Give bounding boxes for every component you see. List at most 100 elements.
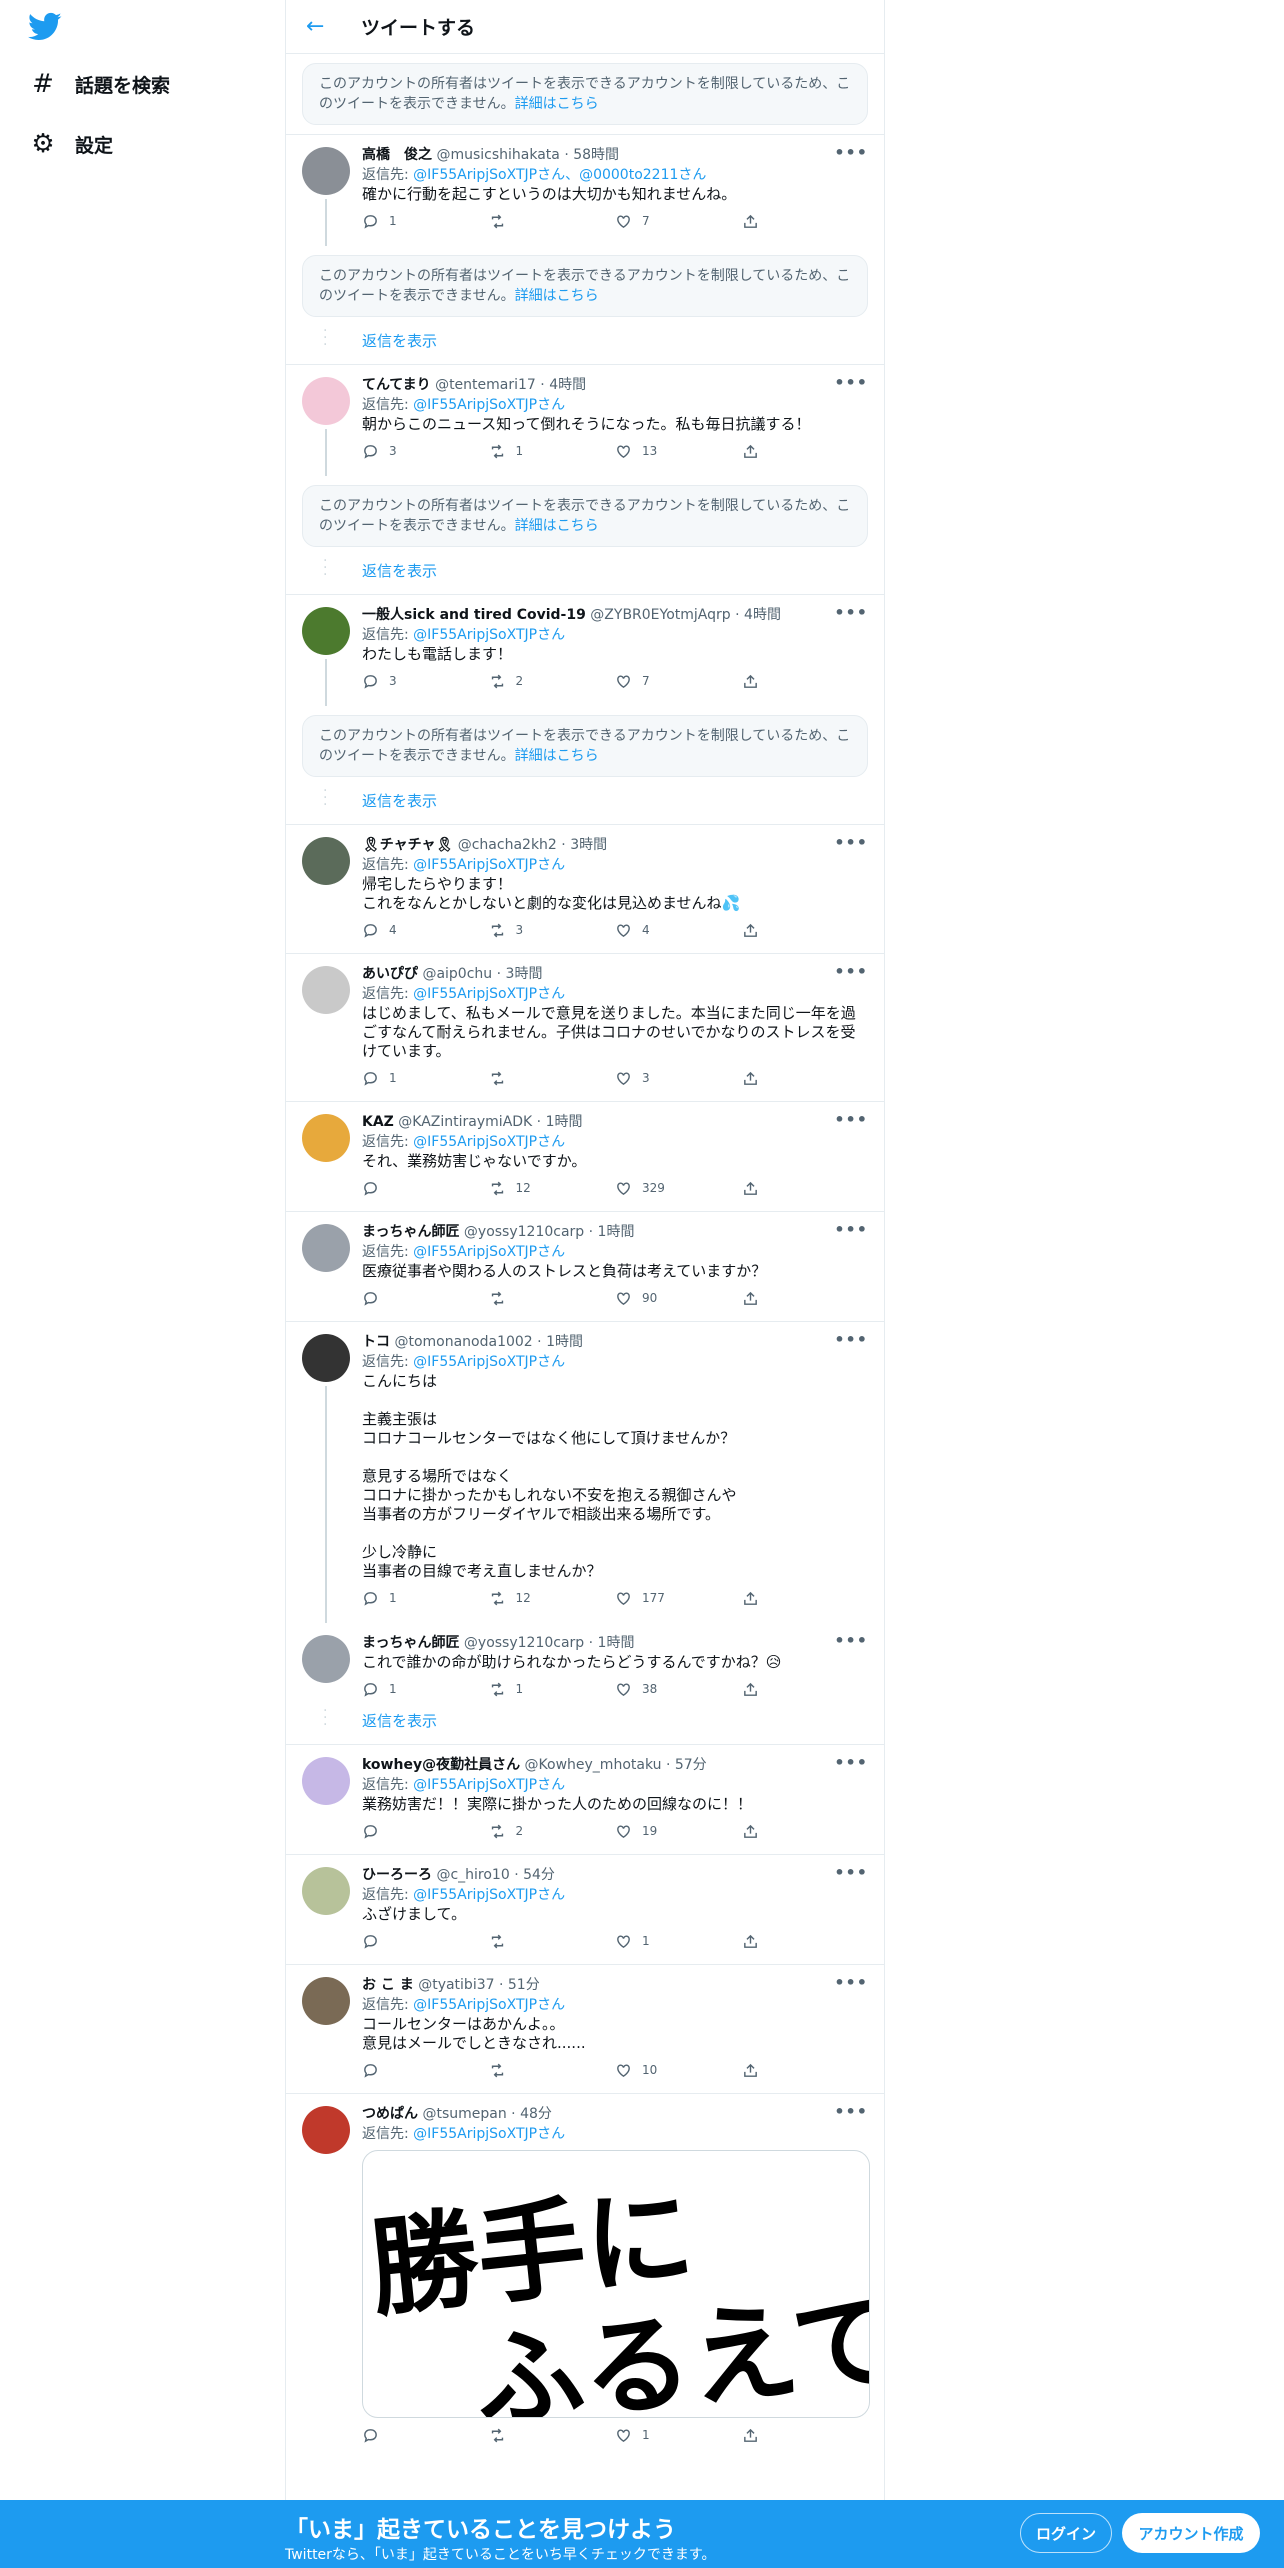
- user-handle[interactable]: @tomonanoda1002: [394, 1334, 532, 1350]
- retweet-button[interactable]: [489, 213, 616, 230]
- avatar[interactable]: [302, 1635, 350, 1683]
- avatar[interactable]: [302, 1224, 350, 1272]
- like-button[interactable]: 177: [615, 1590, 742, 1607]
- learn-more-link[interactable]: 詳細はこちら: [515, 288, 599, 304]
- tweet[interactable]: ••• kowhey@夜勤社員さん @Kowhey_mhotaku · 57分 返信…: [286, 1745, 884, 1848]
- tweet[interactable]: ••• お こ ま @tyatibi37 · 51分 返信先: @IF55Aripj…: [286, 1965, 884, 2087]
- tweet-time[interactable]: 3時間: [570, 837, 607, 853]
- share-button[interactable]: [742, 213, 869, 230]
- tweet-time[interactable]: 54分: [523, 1867, 555, 1883]
- tweet[interactable]: ••• まっちゃん師匠 @yossy1210carp · 1時間 これで誰かの命が助…: [286, 1623, 884, 1706]
- share-button[interactable]: [742, 1681, 869, 1698]
- reply-button[interactable]: [362, 2427, 489, 2444]
- reply-to-link[interactable]: @IF55AripjSoXTJPさん: [413, 1777, 565, 1793]
- tweet[interactable]: ••• あいぴぴ @aip0chu · 3時間 返信先: @IF55AripjSoX…: [286, 954, 884, 1095]
- tweet-time[interactable]: 48分: [520, 2106, 552, 2122]
- tweet-time[interactable]: 1時間: [598, 1224, 635, 1240]
- reply-to-link[interactable]: @IF55AripjSoXTJPさん: [413, 1134, 565, 1150]
- user-name[interactable]: kowhey@夜勤社員さん: [362, 1757, 520, 1773]
- tweet[interactable]: ••• 一般人sick and tired Covid-19 @ZYBR0EYot…: [286, 595, 884, 706]
- share-button[interactable]: [742, 1823, 869, 1840]
- tweet-time[interactable]: 1時間: [546, 1114, 583, 1130]
- tweet-time[interactable]: 51分: [508, 1977, 540, 1993]
- reply-button[interactable]: [362, 2062, 489, 2079]
- tweet-time[interactable]: 3時間: [506, 966, 543, 982]
- avatar[interactable]: [302, 377, 350, 425]
- user-handle[interactable]: @c_hiro10: [436, 1867, 509, 1883]
- like-button[interactable]: 10: [615, 2062, 742, 2079]
- reply-button[interactable]: 4: [362, 922, 489, 939]
- share-button[interactable]: [742, 1590, 869, 1607]
- retweet-button[interactable]: 1: [489, 443, 616, 460]
- reply-to-link[interactable]: @IF55AripjSoXTJPさん: [413, 397, 565, 413]
- tweet-image[interactable]: 勝手に ふるえてろ: [362, 2150, 870, 2418]
- show-replies-link[interactable]: · · · 返信を表示: [286, 554, 884, 594]
- like-button[interactable]: 90: [615, 1290, 742, 1307]
- tweet-time[interactable]: 58時間: [573, 147, 619, 163]
- more-options-icon[interactable]: •••: [834, 373, 868, 392]
- more-options-icon[interactable]: •••: [834, 833, 868, 852]
- nav-settings[interactable]: ⚙ 設定: [28, 124, 113, 164]
- tweet-time[interactable]: 1時間: [598, 1635, 635, 1651]
- reply-button[interactable]: [362, 1290, 489, 1307]
- tweet[interactable]: ••• 高橋 俊之 @musicshihakata · 58時間 返信先: @IF5…: [286, 135, 884, 246]
- reply-to-link[interactable]: @IF55AripjSoXTJPさん: [413, 986, 565, 1002]
- retweet-button[interactable]: 12: [489, 1180, 616, 1197]
- reply-button[interactable]: 1: [362, 1681, 489, 1698]
- user-handle[interactable]: @tsumepan: [422, 2106, 506, 2122]
- reply-button[interactable]: [362, 1823, 489, 1840]
- reply-to-link[interactable]: @IF55AripjSoXTJPさん: [413, 857, 565, 873]
- nav-explore[interactable]: # 話題を検索: [28, 64, 170, 104]
- share-button[interactable]: [742, 2062, 869, 2079]
- login-button[interactable]: ログイン: [1020, 2513, 1112, 2553]
- signup-button[interactable]: アカウント作成: [1122, 2513, 1260, 2553]
- retweet-button[interactable]: [489, 1933, 616, 1950]
- user-handle[interactable]: @musicshihakata: [436, 147, 559, 163]
- share-button[interactable]: [742, 1290, 869, 1307]
- user-handle[interactable]: @ZYBR0EYotmjAqrp: [590, 607, 730, 623]
- more-options-icon[interactable]: •••: [834, 1863, 868, 1882]
- user-handle[interactable]: @chacha2kh2: [458, 837, 557, 853]
- reply-to-link[interactable]: @IF55AripjSoXTJPさん: [413, 627, 565, 643]
- retweet-button[interactable]: 1: [489, 1681, 616, 1698]
- like-button[interactable]: 1: [615, 2427, 742, 2444]
- share-button[interactable]: [742, 2427, 869, 2444]
- more-options-icon[interactable]: •••: [834, 1631, 868, 1650]
- show-replies-link[interactable]: · · · 返信を表示: [286, 324, 884, 364]
- share-button[interactable]: [742, 922, 869, 939]
- user-name[interactable]: 高橋 俊之: [362, 147, 432, 163]
- retweet-button[interactable]: 3: [489, 922, 616, 939]
- reply-to-link[interactable]: @IF55AripjSoXTJPさん: [413, 1997, 565, 2013]
- user-name[interactable]: てんてまり: [362, 377, 431, 393]
- like-button[interactable]: 3: [615, 1070, 742, 1087]
- more-options-icon[interactable]: •••: [834, 962, 868, 981]
- show-replies-link[interactable]: · · · 返信を表示: [286, 784, 884, 824]
- more-options-icon[interactable]: •••: [834, 143, 868, 162]
- retweet-button[interactable]: 12: [489, 1590, 616, 1607]
- tweet[interactable]: ••• トコ @tomonanoda1002 · 1時間 返信先: @IF55Ari…: [286, 1322, 884, 1623]
- reply-to-link[interactable]: @IF55AripjSoXTJPさん: [413, 2126, 565, 2142]
- like-button[interactable]: 329: [615, 1180, 742, 1197]
- avatar[interactable]: [302, 837, 350, 885]
- share-button[interactable]: [742, 1070, 869, 1087]
- retweet-button[interactable]: [489, 1070, 616, 1087]
- user-handle[interactable]: @aip0chu: [422, 966, 492, 982]
- twitter-logo-icon[interactable]: [28, 12, 62, 42]
- user-handle[interactable]: @yossy1210carp: [464, 1635, 584, 1651]
- retweet-button[interactable]: [489, 2427, 616, 2444]
- tweet-time[interactable]: 4時間: [549, 377, 586, 393]
- tweet[interactable]: ••• KAZ @KAZintiraymiADK · 1時間 返信先: @IF55A…: [286, 1102, 884, 1205]
- like-button[interactable]: 7: [615, 673, 742, 690]
- tweet[interactable]: ••• 🎗チャチャ🎗 @chacha2kh2 · 3時間 返信先: @IF55Ari…: [286, 825, 884, 947]
- avatar[interactable]: [302, 1867, 350, 1915]
- like-button[interactable]: 19: [615, 1823, 742, 1840]
- avatar[interactable]: [302, 1977, 350, 2025]
- back-arrow-icon[interactable]: ←: [306, 14, 336, 39]
- like-button[interactable]: 13: [615, 443, 742, 460]
- tweet-time[interactable]: 4時間: [744, 607, 781, 623]
- more-options-icon[interactable]: •••: [834, 1753, 868, 1772]
- more-options-icon[interactable]: •••: [834, 2102, 868, 2121]
- retweet-button[interactable]: 2: [489, 673, 616, 690]
- like-button[interactable]: 4: [615, 922, 742, 939]
- more-options-icon[interactable]: •••: [834, 1330, 868, 1349]
